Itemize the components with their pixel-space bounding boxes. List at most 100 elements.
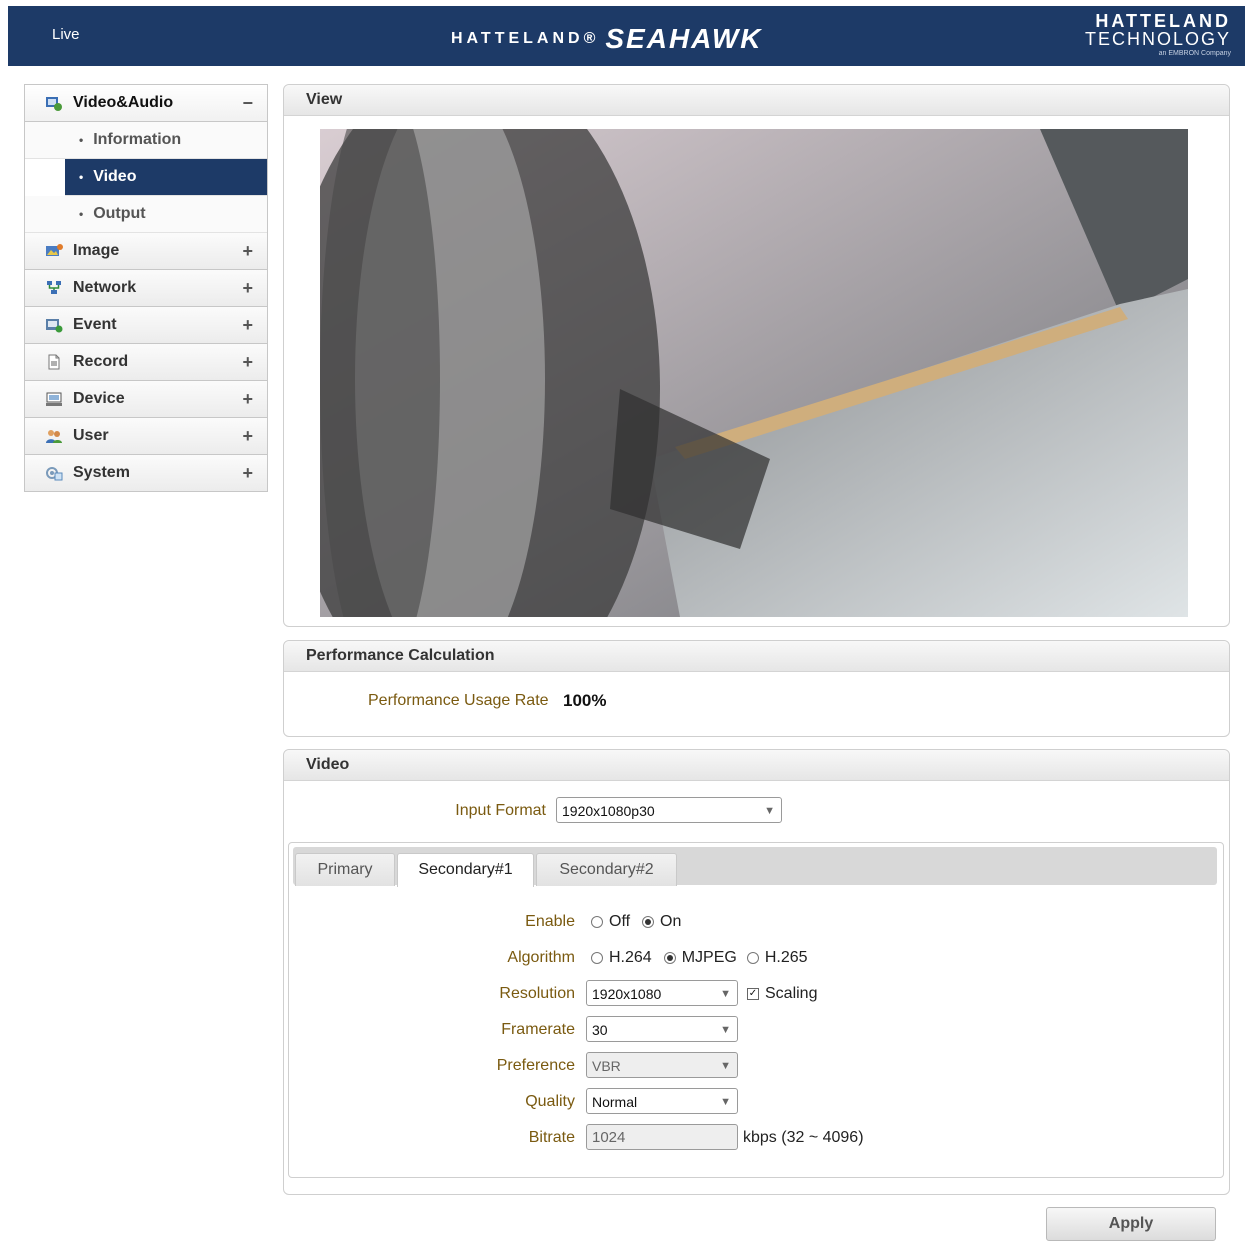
dropdown-arrow-icon: ▼ — [764, 805, 775, 817]
expand-icon[interactable]: + — [242, 389, 253, 410]
dropdown-arrow-icon: ▼ — [720, 1060, 731, 1072]
company-logo: HATTELAND TECHNOLOGY an EMBRON Company — [1085, 12, 1231, 57]
tab-secondary-1[interactable]: Secondary#1 — [397, 853, 534, 887]
live-link[interactable]: Live — [52, 26, 80, 43]
algorithm-mjpeg-label[interactable]: MJPEG — [682, 949, 737, 967]
enable-on-label[interactable]: On — [660, 913, 681, 931]
brand-logo: HATTELAND® SEAHAWK — [451, 22, 763, 56]
scaling-checkbox[interactable]: ✓ — [747, 988, 759, 1000]
resolution-label: Resolution — [499, 985, 575, 1002]
sidebar-section-label: Network — [73, 279, 137, 296]
sidebar-section-label: Image — [73, 242, 120, 259]
quality-select[interactable]: Normal ▼ — [586, 1088, 738, 1114]
video-frame-image — [320, 129, 1188, 617]
sidebar-section-label: Device — [73, 390, 125, 407]
sidebar-section-event[interactable]: Event + — [25, 307, 267, 344]
view-panel: View — [283, 84, 1230, 627]
logo-line1: HATTELAND — [1095, 11, 1231, 31]
enable-on-radio[interactable] — [642, 916, 655, 928]
sidebar-section-image[interactable]: Image + — [25, 233, 267, 270]
expand-icon[interactable]: + — [242, 278, 253, 299]
scaling-label[interactable]: Scaling — [765, 985, 817, 1003]
video-settings-panel: Video Input Format 1920x1080p30 ▼ Primar… — [283, 749, 1230, 1195]
sidebar-item-output[interactable]: • Output — [25, 196, 267, 233]
logo-line2: TECHNOLOGY — [1084, 29, 1231, 49]
brand-product: SEAHAWK — [605, 23, 763, 54]
bitrate-value: 1024 — [592, 1129, 626, 1146]
device-icon — [45, 391, 63, 407]
framerate-label: Framerate — [501, 1021, 575, 1038]
bullet-icon: • — [79, 207, 84, 221]
logo-line3: an EMBRON Company — [1158, 50, 1231, 57]
scaling-option: ✓ Scaling — [747, 985, 817, 1003]
sidebar-item-information[interactable]: • Information — [25, 122, 267, 159]
sidebar-menu: Video&Audio − • Information • Video • Ou… — [24, 84, 268, 492]
video-audio-icon — [45, 95, 63, 111]
sidebar-item-label: Output — [93, 205, 146, 222]
dropdown-arrow-icon: ▼ — [720, 988, 731, 1000]
quality-value: Normal — [592, 1094, 638, 1110]
enable-label: Enable — [525, 913, 575, 930]
algorithm-mjpeg-radio[interactable] — [663, 952, 676, 964]
framerate-value: 30 — [592, 1022, 608, 1038]
performance-panel-title: Performance Calculation — [284, 641, 1229, 672]
tab-primary[interactable]: Primary — [295, 853, 395, 886]
bullet-icon: • — [79, 133, 84, 147]
algorithm-h265-label[interactable]: H.265 — [765, 949, 808, 967]
sidebar-section-label: Event — [73, 316, 117, 333]
expand-icon[interactable]: + — [242, 426, 253, 447]
expand-icon[interactable]: + — [242, 315, 253, 336]
quality-label: Quality — [525, 1093, 575, 1110]
enable-off-radio[interactable] — [591, 916, 603, 928]
stream-tabs-container: Primary Secondary#1 Secondary#2 Enable O… — [288, 842, 1224, 1178]
image-icon — [45, 243, 63, 259]
algorithm-h264-radio[interactable] — [591, 952, 603, 964]
algorithm-h265-radio[interactable] — [746, 952, 759, 964]
input-format-label: Input Format — [455, 802, 546, 819]
sidebar-section-device[interactable]: Device + — [25, 381, 267, 418]
system-icon — [45, 465, 63, 481]
sidebar-item-label: Video — [93, 168, 137, 185]
algorithm-h264-label[interactable]: H.264 — [609, 949, 652, 967]
bitrate-input[interactable]: 1024 — [586, 1124, 738, 1150]
input-format-value: 1920x1080p30 — [562, 803, 655, 819]
stream-tab-bar: Primary Secondary#1 Secondary#2 — [293, 847, 1217, 887]
expand-icon[interactable]: + — [242, 241, 253, 262]
sidebar-section-user[interactable]: User + — [25, 418, 267, 455]
resolution-select[interactable]: 1920x1080 ▼ — [586, 980, 738, 1006]
video-panel-title: Video — [284, 750, 1229, 781]
algorithm-radio-group: H.264 MJPEG H.265 — [591, 949, 820, 967]
algorithm-label: Algorithm — [507, 949, 575, 966]
enable-off-label[interactable]: Off — [609, 913, 630, 931]
view-panel-title: View — [284, 85, 1229, 116]
framerate-select[interactable]: 30 ▼ — [586, 1016, 738, 1042]
user-icon — [45, 428, 63, 444]
sidebar-item-video[interactable]: • Video — [65, 159, 267, 196]
dropdown-arrow-icon: ▼ — [720, 1024, 731, 1036]
record-icon — [45, 354, 63, 370]
brand-prefix: HATTELAND® — [451, 30, 600, 47]
collapse-icon[interactable]: − — [242, 93, 253, 114]
apply-button[interactable]: Apply — [1046, 1207, 1216, 1241]
sidebar-section-video-audio[interactable]: Video&Audio − — [25, 85, 267, 122]
tab-secondary-2[interactable]: Secondary#2 — [536, 853, 677, 886]
sidebar-section-label: User — [73, 427, 109, 444]
preference-select[interactable]: VBR ▼ — [586, 1052, 738, 1078]
sidebar-section-network[interactable]: Network + — [25, 270, 267, 307]
sidebar-section-system[interactable]: System + — [25, 455, 267, 491]
dropdown-arrow-icon: ▼ — [720, 1096, 731, 1108]
preference-value: VBR — [592, 1058, 621, 1074]
expand-icon[interactable]: + — [242, 463, 253, 484]
bullet-icon: • — [79, 170, 84, 184]
input-format-select[interactable]: 1920x1080p30 ▼ — [556, 797, 782, 823]
sidebar-section-label: Record — [73, 353, 129, 370]
resolution-value: 1920x1080 — [592, 986, 662, 1002]
sidebar-section-label: Video&Audio — [73, 94, 174, 111]
sidebar-section-record[interactable]: Record + — [25, 344, 267, 381]
network-icon — [45, 280, 63, 296]
expand-icon[interactable]: + — [242, 352, 253, 373]
performance-usage-value: 100% — [563, 691, 607, 710]
performance-usage-label: Performance Usage Rate — [368, 692, 549, 709]
event-icon — [45, 317, 63, 333]
live-video-stream[interactable] — [320, 129, 1188, 617]
